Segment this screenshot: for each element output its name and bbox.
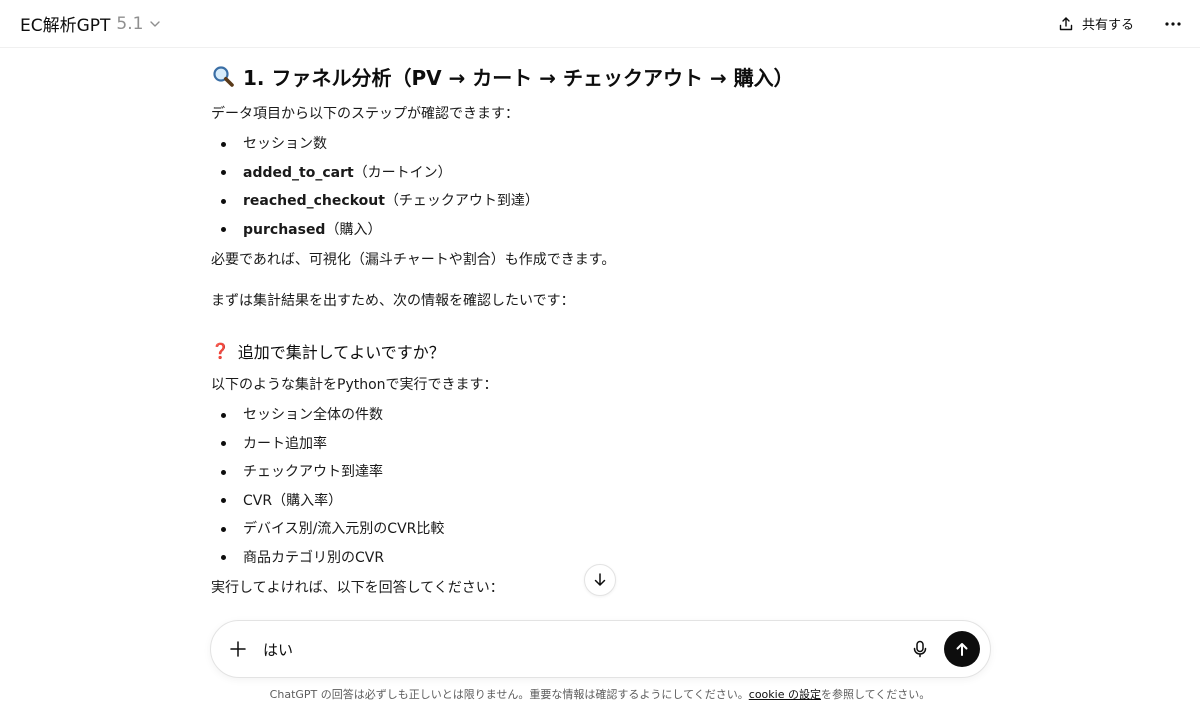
- magnifier-icon: [211, 64, 235, 88]
- visualization-note: 必要であれば、可視化（漏斗チャートや割合）も作成できます。: [211, 252, 616, 268]
- more-options-button[interactable]: [1164, 21, 1182, 27]
- model-switcher[interactable]: EC解析GPT 5.1: [20, 11, 161, 36]
- arrow-up-icon: [954, 641, 970, 657]
- bullet: [221, 441, 226, 447]
- share-button[interactable]: 共有する: [1058, 14, 1134, 33]
- bullet: [221, 555, 226, 561]
- message-input[interactable]: [263, 640, 912, 658]
- python-intro-text: 以下のような集計をPythonで実行できます：: [211, 377, 498, 393]
- app-title: EC解析GPT: [20, 16, 111, 36]
- send-button[interactable]: [944, 631, 980, 667]
- disclaimer: ChatGPT の回答は必ずしも正しいとは限りません。重要な情報は確認するように…: [269, 688, 931, 701]
- confirm-prompt-text: まずは集計結果を出すため、次の情報を確認したいです：: [211, 293, 575, 309]
- intro-text: データ項目から以下のステップが確認できます：: [211, 106, 519, 122]
- aggregation-list: セッション全体の件数 カート追加率 チェックアウト到達率 CVR（購入率） デバ…: [211, 401, 991, 572]
- funnel-heading-text: 1. ファネル分析（PV → カート → チェックアウト → 購入）: [243, 65, 794, 90]
- chevron-down-icon: [149, 18, 161, 30]
- attach-button[interactable]: [229, 640, 247, 658]
- cookie-settings-link[interactable]: cookie の設定: [749, 688, 821, 701]
- share-icon: [1058, 16, 1074, 32]
- arrow-down-icon: [592, 572, 608, 588]
- model-version: 5.1: [116, 13, 144, 34]
- bullet: [221, 198, 226, 204]
- additional-aggregation-heading: ❓ 追加で集計してよいですか？: [211, 337, 991, 365]
- funnel-steps-list: セッション数 added_to_cart （カートイン） reached_chec…: [211, 130, 991, 244]
- list-item: カート追加率: [211, 430, 991, 459]
- message-composer: [210, 620, 991, 678]
- microphone-icon: [912, 640, 928, 658]
- bullet: [221, 412, 226, 418]
- dictate-button[interactable]: [912, 640, 928, 658]
- list-item: reached_checkout （チェックアウト到達）: [211, 187, 991, 216]
- scroll-to-bottom-button[interactable]: [584, 564, 616, 596]
- bullet: [221, 526, 226, 532]
- plus-icon: [229, 640, 247, 658]
- bullet: [221, 141, 226, 147]
- list-item: purchased （購入）: [211, 216, 991, 245]
- list-item: デバイス別/流入元別のCVR比較: [211, 515, 991, 544]
- bullet: [221, 469, 226, 475]
- bullet: [221, 498, 226, 504]
- list-item: セッション全体の件数: [211, 401, 991, 430]
- additional-aggregation-heading-text: 追加で集計してよいですか？: [237, 343, 445, 362]
- funnel-heading: 1. ファネル分析（PV → カート → チェックアウト → 購入）: [211, 60, 991, 92]
- header-actions: 共有する: [1058, 14, 1182, 33]
- top-bar: EC解析GPT 5.1 共有する: [0, 0, 1200, 48]
- list-item: チェックアウト到達率: [211, 458, 991, 487]
- bullet: [221, 227, 226, 233]
- list-item: CVR（購入率）: [211, 487, 991, 516]
- share-label: 共有する: [1081, 18, 1134, 33]
- list-item: セッション数: [211, 130, 991, 159]
- list-item: added_to_cart （カートイン）: [211, 159, 991, 188]
- bullet: [221, 170, 226, 176]
- more-horizontal-icon: [1164, 21, 1182, 27]
- question-mark-icon: ❓: [211, 342, 230, 360]
- assistant-message: 1. ファネル分析（PV → カート → チェックアウト → 購入） データ項目…: [211, 60, 991, 598]
